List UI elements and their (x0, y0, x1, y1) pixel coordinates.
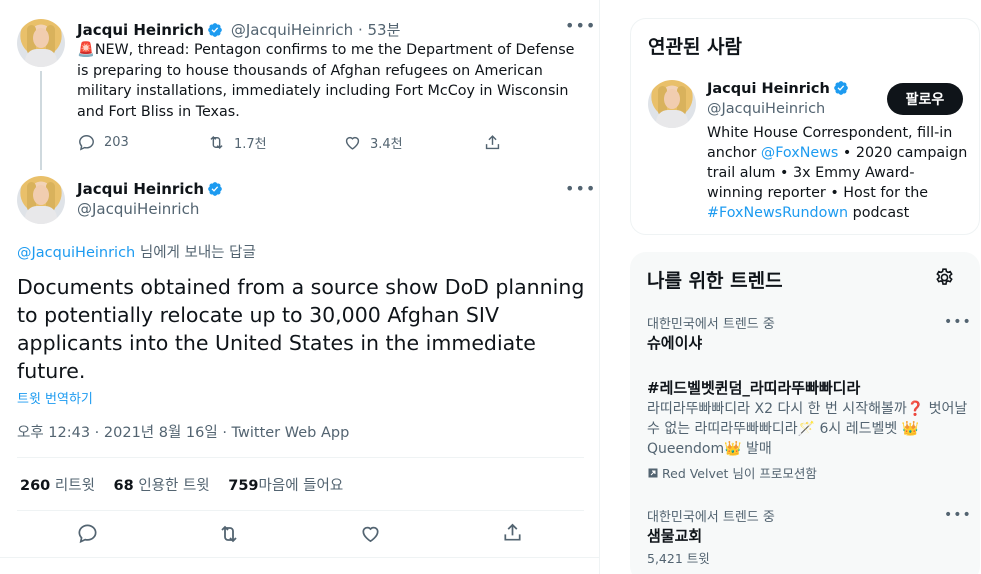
share-icon (485, 135, 500, 150)
tweet-header: Jacqui Heinrich @JacquiHeinrich · 53분 (77, 21, 401, 39)
tweet-meta: 오후 12:43 · 2021년 8월 16일 · Twitter Web Ap… (17, 425, 350, 441)
retweet-icon (221, 525, 237, 543)
like-button[interactable] (359, 522, 382, 549)
author-handle[interactable]: @JacquiHeinrich (231, 21, 353, 39)
heart-icon (362, 526, 379, 543)
user-name[interactable]: Jacqui Heinrich (707, 81, 830, 97)
reply-button[interactable]: 203 (77, 133, 129, 152)
divider (17, 457, 584, 458)
like-count: 3.4천 (370, 137, 403, 152)
retweet-count: 1.7천 (234, 137, 267, 152)
avatar[interactable] (648, 80, 696, 128)
trend-name: #레드벨벳퀸덤_라띠라뚜빠빠디라 (647, 379, 861, 397)
more-options-icon[interactable]: ••• (944, 314, 972, 330)
trends-panel: 나를 위한 트렌드 대한민국에서 트렌드 중 슈에이샤 ••• #레드벨벳퀸덤_… (630, 252, 980, 574)
avatar[interactable] (17, 176, 65, 224)
engagement-stats: 260 리트윗 68 인용한 트윗 759마음에 들어요 (20, 474, 343, 495)
more-options-icon[interactable]: ••• (565, 16, 596, 35)
reply-count: 203 (104, 135, 129, 150)
promoted-icon (648, 468, 658, 478)
settings-gear-icon[interactable] (934, 267, 955, 292)
more-options-icon[interactable]: ••• (944, 507, 972, 523)
author-handle[interactable]: @JacquiHeinrich (77, 199, 223, 219)
verified-badge-icon (208, 23, 222, 37)
bio-hashtag-link[interactable]: #FoxNewsRundown (707, 205, 848, 221)
trend-name: 슈에이샤 (647, 334, 703, 352)
tweet-time[interactable]: 53분 (367, 21, 400, 39)
reply-button[interactable] (76, 522, 99, 549)
tweet-text: 🚨NEW, thread: Pentagon confirms to me th… (77, 42, 575, 120)
likes-stat[interactable]: 759마음에 들어요 (228, 478, 343, 494)
trend-context: 대한민국에서 트렌드 중 (647, 510, 775, 525)
retweet-icon (210, 135, 223, 150)
main-column-border (599, 0, 600, 574)
reply-icon (78, 524, 97, 544)
tweet-text: Documents obtained from a source show Do… (17, 275, 585, 383)
siren-emoji: 🚨 (77, 42, 95, 58)
thread-line (40, 71, 42, 170)
panel-title: 나를 위한 트렌드 (647, 270, 783, 292)
related-people-panel: 연관된 사람 Jacqui Heinrich @JacquiHeinrich 팔… (630, 18, 980, 235)
reply-icon (79, 135, 94, 151)
translate-link[interactable]: 트윗 번역하기 (17, 388, 93, 407)
avatar[interactable] (17, 19, 65, 67)
share-button[interactable] (483, 133, 510, 152)
more-options-icon[interactable]: ••• (565, 179, 596, 198)
author-name[interactable]: Jacqui Heinrich (77, 21, 204, 39)
user-handle[interactable]: @JacquiHeinrich (707, 99, 849, 119)
reply-to-link[interactable]: @JacquiHeinrich (17, 245, 135, 261)
retweets-stat[interactable]: 260 리트윗 (20, 478, 95, 494)
like-button[interactable]: 3.4천 (343, 133, 403, 152)
verified-badge-icon (833, 81, 848, 95)
share-icon (504, 523, 521, 541)
trend-tweet-count: 5,421 트윗 (647, 551, 710, 566)
reply-context: @JacquiHeinrich 님에게 보내는 답글 (17, 245, 256, 261)
author-name[interactable]: Jacqui Heinrich (77, 180, 204, 198)
quotes-stat[interactable]: 68 인용한 트윗 (114, 478, 210, 494)
bio-link-foxnews[interactable]: @FoxNews (761, 145, 838, 161)
panel-title: 연관된 사람 (648, 36, 743, 58)
retweet-button[interactable]: 1.7천 (207, 133, 267, 152)
share-button[interactable] (501, 521, 524, 548)
user-bio: White House Correspondent, fill-in ancho… (707, 125, 968, 221)
follow-button[interactable]: 팔로우 (887, 83, 963, 115)
divider (17, 510, 584, 511)
retweet-button[interactable] (217, 522, 241, 550)
heart-icon (345, 136, 360, 150)
trend-name: 샘물교회 (647, 527, 703, 545)
promoted-label: Red Velvet 님이 프로모션함 (647, 463, 817, 482)
divider (0, 557, 599, 558)
user-cell[interactable]: Jacqui Heinrich @JacquiHeinrich (707, 79, 849, 119)
tweet-header: Jacqui Heinrich @JacquiHeinrich (77, 179, 223, 219)
verified-badge-icon (208, 182, 222, 196)
trend-context: 대한민국에서 트렌드 중 (647, 317, 775, 332)
trend-description: 라띠라뚜빠빠디라 X2 다시 한 번 시작해볼까❓ 벗어날 수 없는 라띠라뚜빠… (647, 401, 968, 457)
